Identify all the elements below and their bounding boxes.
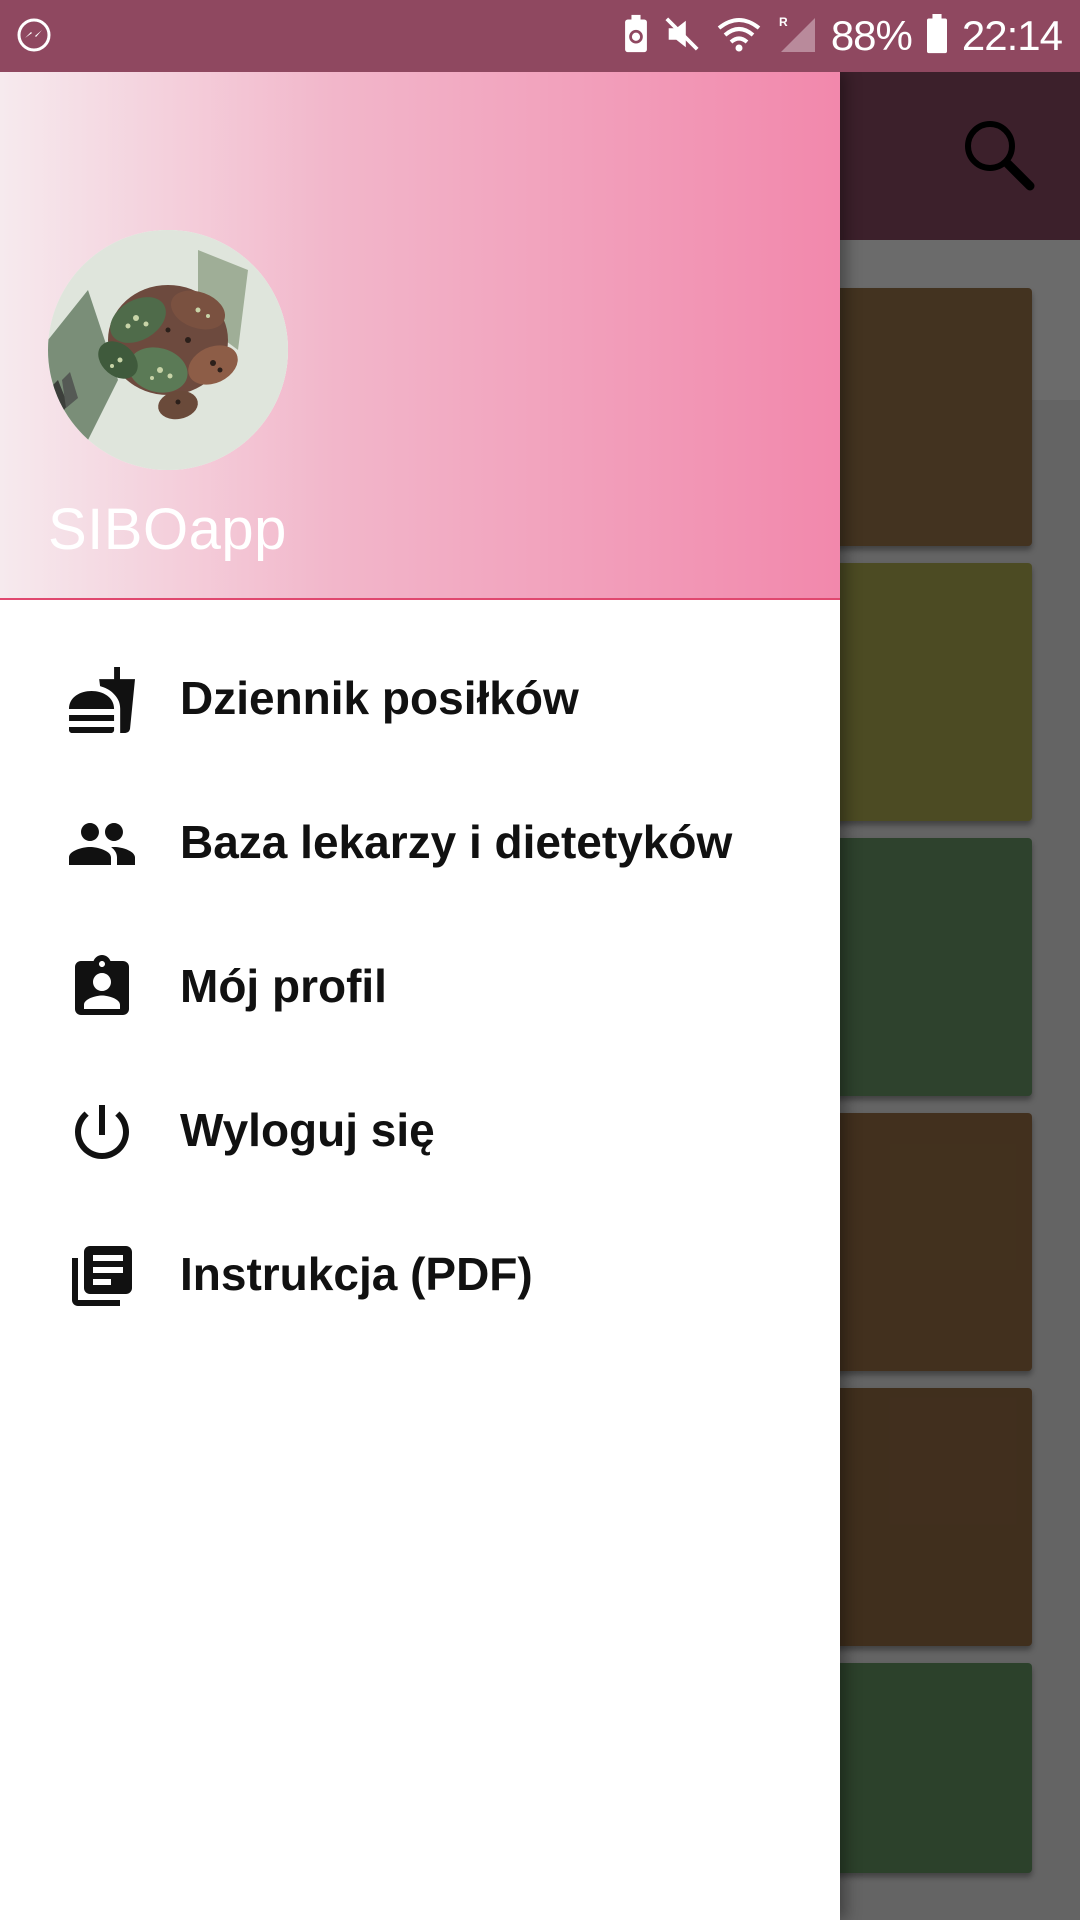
library-books-icon (66, 1240, 138, 1312)
people-icon (66, 808, 138, 880)
plant-photo-avatar (48, 230, 288, 470)
menu-item-my-profile[interactable]: Mój profil (0, 914, 840, 1058)
power-icon (66, 1096, 138, 1168)
menu-item-logout[interactable]: Wyloguj się (0, 1058, 840, 1202)
wifi-icon (715, 14, 763, 59)
status-clock: 22:14 (961, 12, 1063, 59)
menu-item-label: Mój profil (180, 960, 387, 1012)
menu-item-meal-diary[interactable]: Dziennik posiłków (0, 626, 840, 770)
battery-saver-icon (623, 14, 649, 59)
signal-roaming-icon: R (777, 14, 817, 59)
navigation-drawer: SIBOapp Dziennik posiłków Baza lekarzy i… (0, 72, 840, 1920)
battery-percent: 88% (830, 12, 913, 59)
status-bar: R 88% 22:14 (0, 0, 1080, 72)
app-name: SIBOapp (48, 497, 287, 562)
mute-icon (663, 15, 701, 58)
assignment-ind-icon (66, 952, 138, 1024)
battery-icon (926, 13, 948, 59)
menu-item-label: Dziennik posiłków (180, 672, 579, 724)
menu-item-label: Baza lekarzy i dietetyków (180, 816, 733, 868)
drawer-header: SIBOapp (0, 72, 840, 600)
menu-item-doctors-database[interactable]: Baza lekarzy i dietetyków (0, 770, 840, 914)
messenger-icon (16, 18, 52, 54)
menu-item-label: Instrukcja (PDF) (180, 1248, 533, 1300)
fastfood-icon (66, 664, 138, 736)
menu-item-instructions-pdf[interactable]: Instrukcja (PDF) (0, 1202, 840, 1346)
svg-text:R: R (779, 15, 788, 29)
menu-item-label: Wyloguj się (180, 1104, 435, 1156)
drawer-menu: Dziennik posiłków Baza lekarzy i dietety… (0, 626, 840, 1346)
